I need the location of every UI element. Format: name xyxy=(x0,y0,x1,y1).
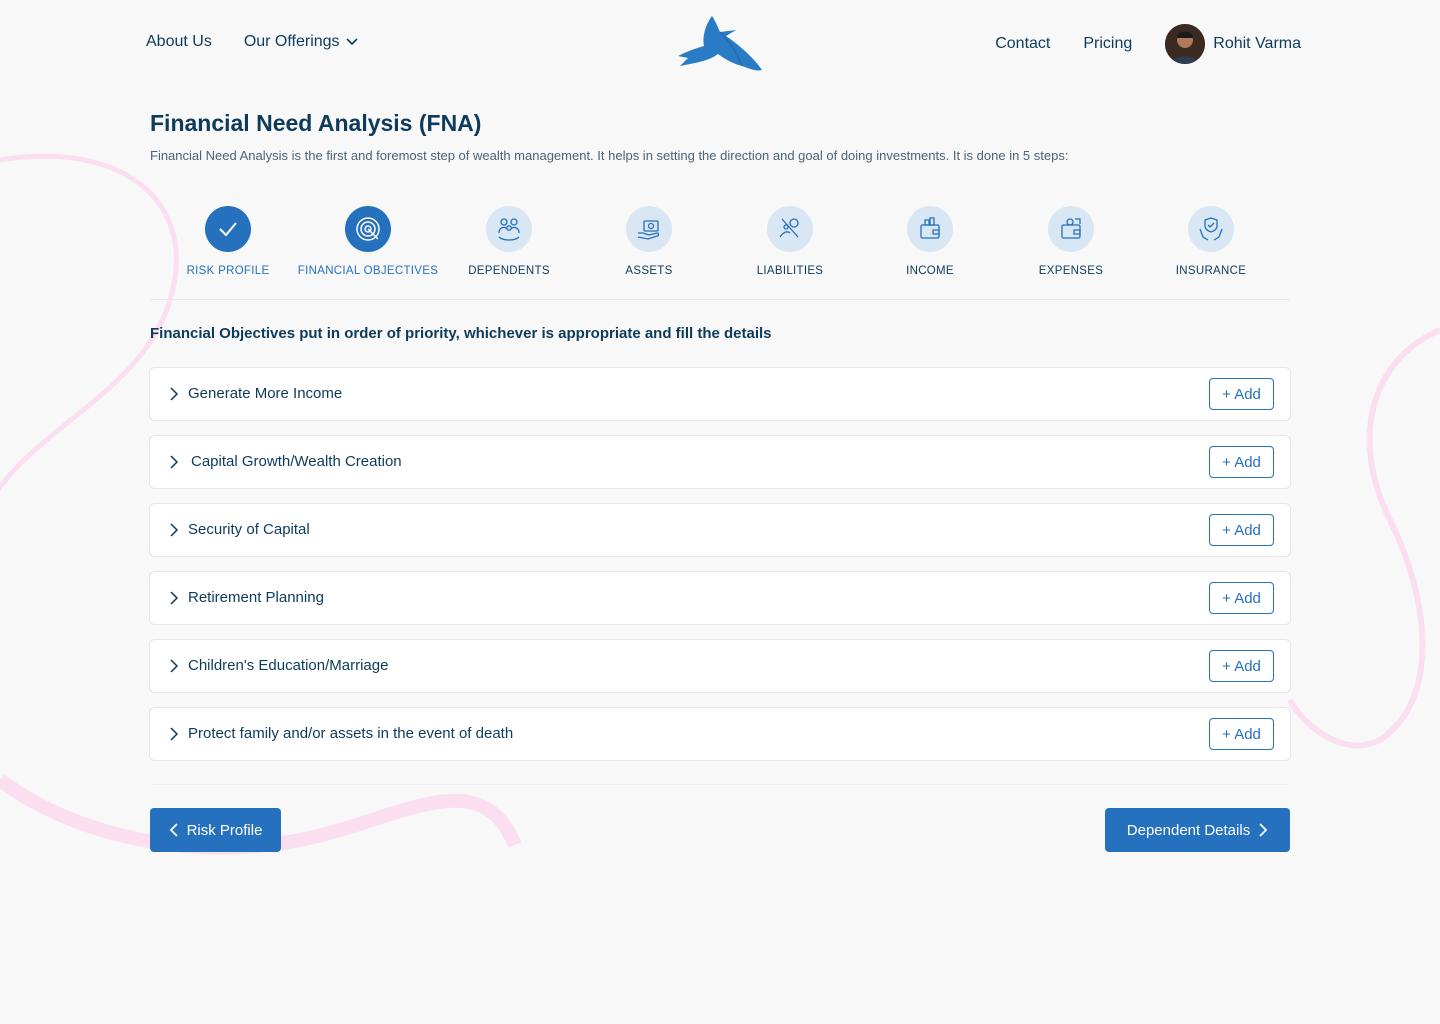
step-liabilities[interactable]: LIABILITIES xyxy=(720,206,860,277)
expenses-wallet-icon xyxy=(1061,218,1081,239)
step-circle xyxy=(345,206,391,252)
step-circle xyxy=(907,206,953,252)
add-button[interactable]: + Add xyxy=(1209,718,1274,750)
chevron-right-icon xyxy=(170,727,179,741)
objective-label: Capital Growth/Wealth Creation xyxy=(191,453,402,470)
step-label: EXPENSES xyxy=(1038,265,1104,277)
page-subtitle: Financial Need Analysis is the first and… xyxy=(150,148,1069,163)
step-label: INSURANCE xyxy=(1175,265,1247,277)
step-expenses[interactable]: EXPENSES xyxy=(1001,206,1141,277)
step-income[interactable]: INCOME xyxy=(860,206,1000,277)
step-circle xyxy=(1048,206,1094,252)
step-label: INCOME xyxy=(906,265,954,277)
objective-label: Protect family and/or assets in the even… xyxy=(188,725,514,742)
nav-contact[interactable]: Contact xyxy=(995,35,1050,53)
stepper-divider xyxy=(150,299,1290,300)
user-menu[interactable]: Rohit Varma xyxy=(1165,24,1301,64)
chevron-right-icon xyxy=(170,455,179,469)
objective-item-generate-more-income[interactable]: Generate More Income + Add xyxy=(149,367,1291,421)
shield-hand-icon xyxy=(1199,217,1223,241)
step-circle xyxy=(486,206,532,252)
header-nav-left: About Us Our Offerings xyxy=(146,33,358,51)
wallet-icon xyxy=(920,217,940,239)
check-icon xyxy=(219,222,237,237)
step-label: DEPENDENTS xyxy=(468,265,550,277)
nav-our-offerings[interactable]: Our Offerings xyxy=(244,33,358,51)
chevron-right-icon xyxy=(170,523,179,537)
add-button[interactable]: + Add xyxy=(1209,446,1274,478)
step-dependents[interactable]: DEPENDENTS xyxy=(439,206,579,277)
step-assets[interactable]: ASSETS xyxy=(579,206,719,277)
chevron-left-icon xyxy=(169,823,178,837)
header-nav-right: Contact Pricing Rohit Varma xyxy=(995,24,1301,64)
step-circle xyxy=(626,206,672,252)
step-label: LIABILITIES xyxy=(756,265,824,277)
page-title: Financial Need Analysis (FNA) xyxy=(150,110,482,136)
add-button[interactable]: + Add xyxy=(1209,650,1274,682)
objective-item-security-of-capital[interactable]: Security of Capital + Add xyxy=(149,503,1291,557)
footer-divider xyxy=(150,784,1290,785)
chevron-right-icon xyxy=(170,387,179,401)
objective-item-retirement-planning[interactable]: Retirement Planning + Add xyxy=(149,571,1291,625)
objective-item-capital-growth[interactable]: Capital Growth/Wealth Creation + Add xyxy=(149,435,1291,489)
step-insurance[interactable]: INSURANCE xyxy=(1141,206,1281,277)
step-circle xyxy=(767,206,813,252)
objective-label: Security of Capital xyxy=(188,521,310,538)
add-button[interactable]: + Add xyxy=(1209,514,1274,546)
objectives-heading: Financial Objectives put in order of pri… xyxy=(150,325,772,342)
objective-label: Children's Education/Marriage xyxy=(188,657,389,674)
objective-label: Generate More Income xyxy=(188,385,343,402)
target-icon xyxy=(356,217,380,241)
user-name: Rohit Varma xyxy=(1213,35,1301,52)
add-button[interactable]: + Add xyxy=(1209,378,1274,410)
nav-our-offerings-label: Our Offerings xyxy=(243,33,340,50)
logo-bird-icon[interactable] xyxy=(676,14,766,74)
family-icon xyxy=(498,218,520,241)
back-button-label: Risk Profile xyxy=(186,821,263,839)
nav-contact-label: Contact xyxy=(995,35,1051,52)
chevron-right-icon xyxy=(170,659,179,673)
chevron-right-icon xyxy=(170,591,179,605)
add-button[interactable]: + Add xyxy=(1209,582,1274,614)
nav-pricing-label: Pricing xyxy=(1083,35,1133,52)
step-circle xyxy=(1188,206,1234,252)
fna-stepper: RISK PROFILE FINANCIAL OBJECTIVES DEPEND… xyxy=(158,206,1282,282)
nav-about-us[interactable]: About Us xyxy=(146,33,212,51)
next-dependent-details-button[interactable]: Dependent Details xyxy=(1105,808,1290,852)
nav-about-us-label: About Us xyxy=(146,33,212,50)
step-label: ASSETS xyxy=(625,265,673,277)
step-circle xyxy=(205,206,251,252)
back-risk-profile-button[interactable]: Risk Profile xyxy=(150,808,281,852)
step-risk-profile[interactable]: RISK PROFILE xyxy=(158,206,298,277)
step-financial-objectives[interactable]: FINANCIAL OBJECTIVES xyxy=(298,206,438,277)
chevron-down-icon xyxy=(345,38,358,46)
objective-item-childrens-education[interactable]: Children's Education/Marriage + Add xyxy=(149,639,1291,693)
money-hand-icon xyxy=(637,220,660,240)
step-label: FINANCIAL OBJECTIVES xyxy=(297,265,439,277)
chevron-right-icon xyxy=(1259,823,1268,837)
avatar xyxy=(1165,24,1206,64)
step-label: RISK PROFILE xyxy=(186,265,270,277)
nav-pricing[interactable]: Pricing xyxy=(1083,35,1132,53)
liability-icon xyxy=(779,218,799,238)
objective-label: Retirement Planning xyxy=(188,589,324,606)
objective-item-protect-family[interactable]: Protect family and/or assets in the even… xyxy=(149,707,1291,761)
next-button-label: Dependent Details xyxy=(1126,821,1251,839)
